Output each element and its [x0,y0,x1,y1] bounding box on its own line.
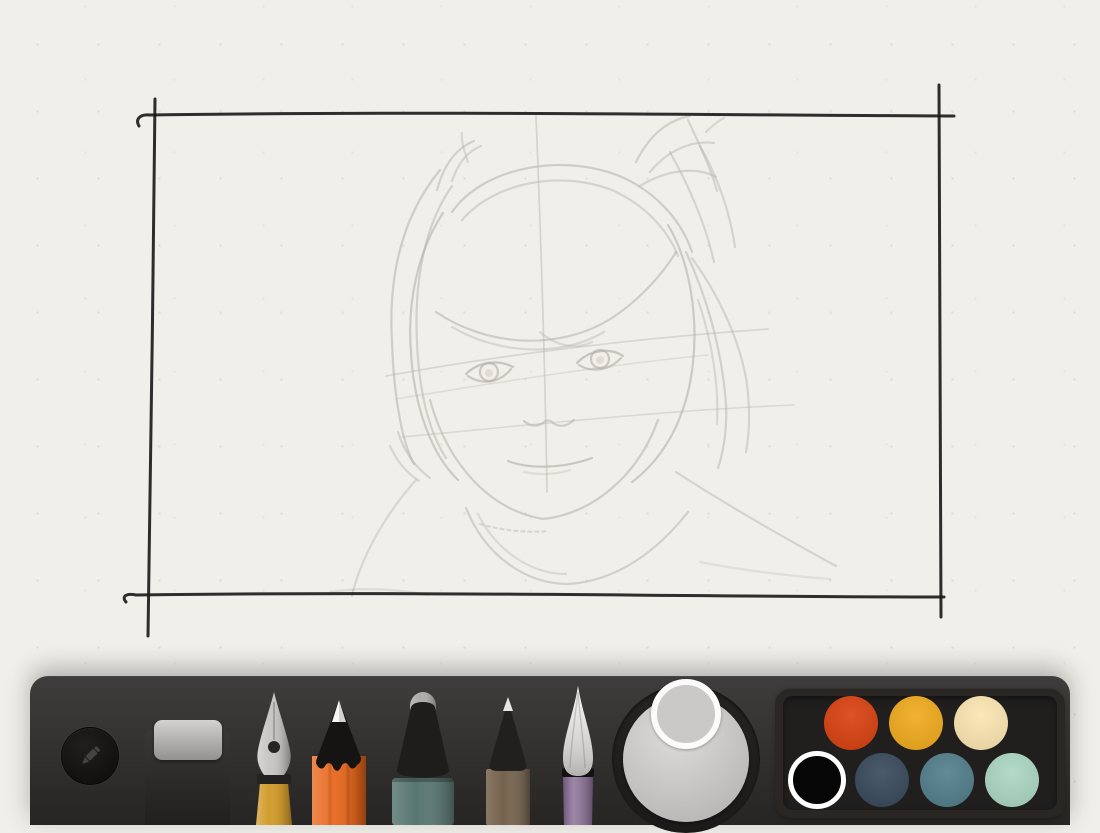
swatch-cream[interactable] [954,696,1008,750]
app-screen [0,0,1100,833]
eraser-cap [154,720,222,760]
pencil-sketch [328,114,838,598]
eraser-tool[interactable] [142,720,230,825]
swatch-teal[interactable] [920,753,974,807]
pencil-tool[interactable] [308,698,370,825]
swatch-dark-slate-blue[interactable] [855,753,909,807]
pencil-mode-toggle-button[interactable] [61,727,119,785]
swatch-black-selected[interactable] [788,751,846,809]
swatch-red-orange[interactable] [824,696,878,750]
mixer-ring-indicator [651,679,721,749]
ink-frame [122,83,956,638]
tool-tray [30,676,1070,833]
fountain-pen-tool[interactable] [242,690,306,825]
pencil-icon [82,746,101,764]
color-palette [775,688,1065,818]
marker-tool[interactable] [388,686,458,825]
swatch-amber[interactable] [889,696,943,750]
fineliner-tool[interactable] [480,696,536,825]
color-mixer[interactable] [612,679,760,833]
swatch-mint[interactable] [985,753,1039,807]
brush-tool[interactable] [550,686,606,825]
